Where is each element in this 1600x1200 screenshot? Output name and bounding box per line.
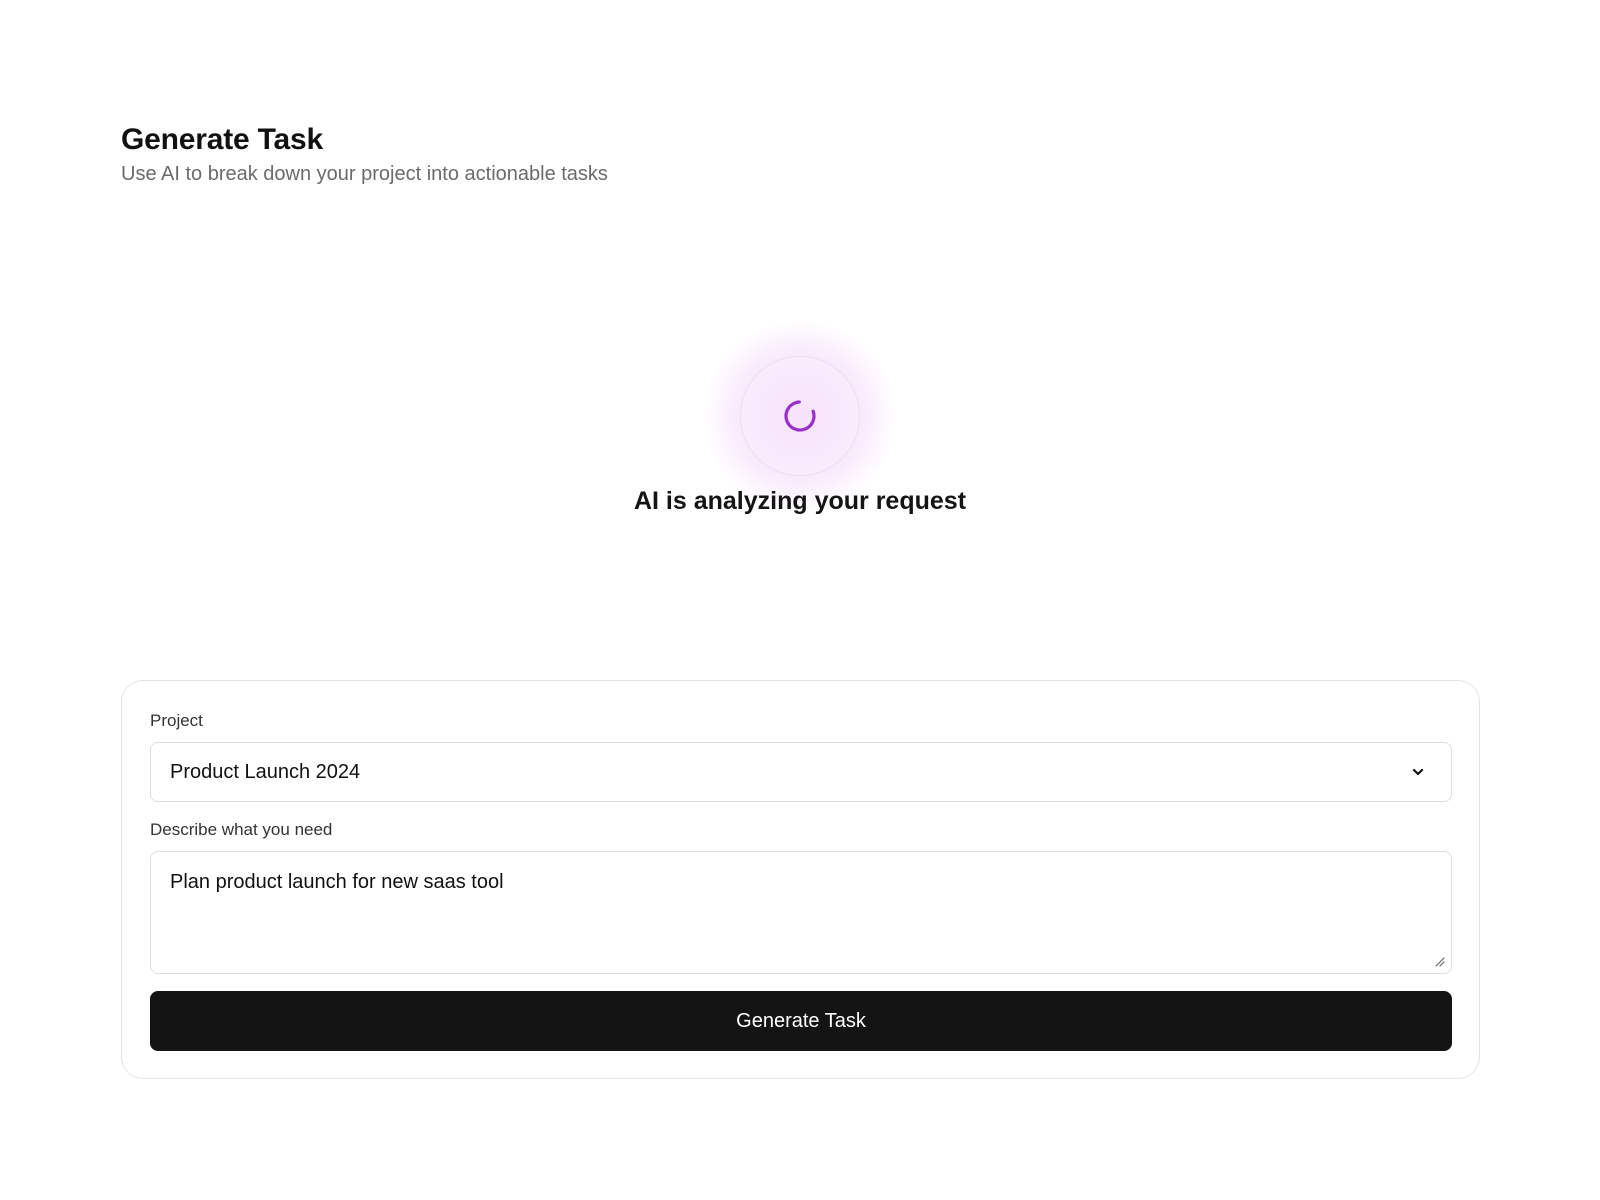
chevron-down-icon: [1412, 768, 1424, 776]
page-subtitle: Use AI to break down your project into a…: [121, 163, 608, 185]
task-form-card: Project Product Launch 2024 Describe wha…: [121, 680, 1480, 1079]
generate-task-page: Generate Task Use AI to break down your …: [0, 0, 1600, 1200]
spinner-icon: [784, 400, 816, 432]
describe-textarea[interactable]: Plan product launch for new saas tool: [150, 851, 1452, 974]
page-title: Generate Task: [121, 123, 323, 156]
generate-task-button[interactable]: Generate Task: [150, 991, 1452, 1051]
project-select[interactable]: Product Launch 2024: [150, 742, 1452, 802]
project-label: Project: [150, 711, 203, 730]
describe-textarea-value: Plan product launch for new saas tool: [170, 871, 504, 893]
project-select-value: Product Launch 2024: [170, 760, 361, 783]
loading-status-text: AI is analyzing your request: [633, 487, 967, 515]
page-header: Generate Task Use AI to break down your …: [121, 122, 608, 188]
loading-indicator: AI is analyzing your request: [0, 290, 1600, 550]
describe-label: Describe what you need: [150, 820, 333, 839]
resize-handle-icon[interactable]: [1433, 955, 1445, 967]
